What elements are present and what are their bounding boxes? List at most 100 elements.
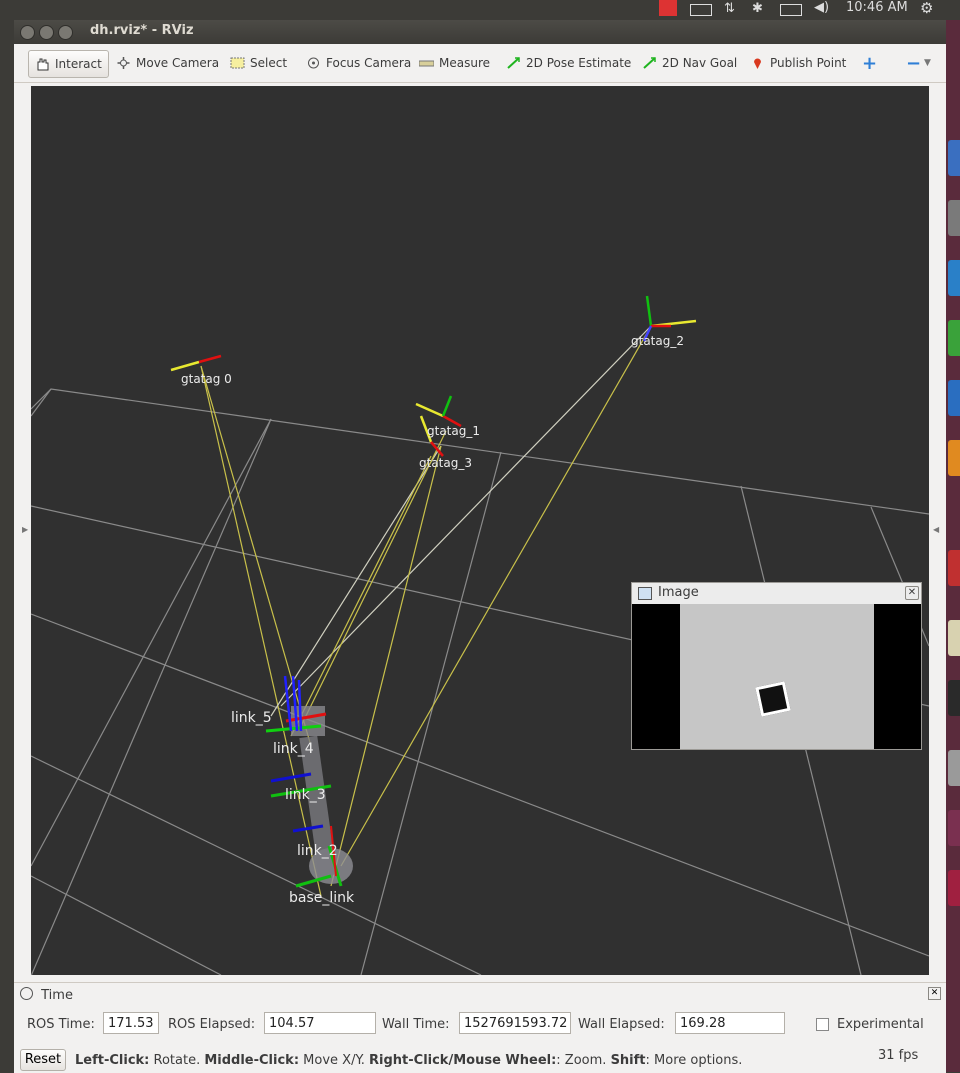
focus-camera-icon bbox=[306, 56, 321, 70]
2d-pose-estimate-tool-button[interactable]: 2D Pose Estimate bbox=[506, 52, 631, 74]
launcher-app-icon[interactable] bbox=[948, 320, 960, 356]
mouse-help-text: Left-Click: Rotate. Middle-Click: Move X… bbox=[75, 1053, 742, 1068]
ruler-icon bbox=[418, 56, 435, 70]
ros-elapsed-field[interactable]: 104.57 bbox=[264, 1012, 376, 1034]
image-icon bbox=[638, 587, 652, 600]
power-icon[interactable] bbox=[780, 4, 802, 16]
launcher-app-icon[interactable] bbox=[948, 550, 960, 586]
clock[interactable]: 10:46 AM bbox=[846, 0, 908, 15]
ros-time-label: ROS Time: bbox=[27, 1017, 95, 1032]
launcher-app-icon[interactable] bbox=[948, 870, 960, 906]
frame-label-gtatag-3: gtatag_3 bbox=[419, 456, 472, 470]
tag-connection-lines bbox=[200, 325, 652, 897]
frame-label-link-4: link_4 bbox=[273, 741, 314, 757]
shift-key: Shift bbox=[610, 1053, 646, 1068]
toolbar-menu-chevron-down-icon[interactable]: ▼ bbox=[924, 52, 931, 74]
minimize-window-icon[interactable] bbox=[39, 25, 54, 40]
green-arrow-icon bbox=[642, 56, 657, 70]
rviz-window: dh.rviz* - RViz Interact Move Camera Sel… bbox=[14, 20, 946, 1073]
camera-image-view bbox=[632, 604, 921, 749]
interact-tool-button[interactable]: Interact bbox=[28, 50, 109, 78]
launcher-app-icon[interactable] bbox=[948, 140, 960, 176]
left-panel-handle[interactable]: ▶ bbox=[22, 525, 28, 534]
launcher-app-icon[interactable] bbox=[948, 750, 960, 786]
settings-gear-icon[interactable]: ⚙ bbox=[920, 0, 933, 17]
2d-pose-estimate-label: 2D Pose Estimate bbox=[526, 56, 632, 70]
frame-label-link-5: link_5 bbox=[231, 710, 272, 726]
frame-label-link-2: link_2 bbox=[297, 843, 338, 859]
remove-tool-button[interactable]: − bbox=[906, 52, 921, 74]
left-click-key: Left-Click: bbox=[75, 1053, 150, 1068]
experimental-label: Experimental bbox=[837, 1017, 924, 1032]
volume-icon[interactable]: ◀) bbox=[814, 0, 829, 15]
experimental-checkbox[interactable] bbox=[816, 1018, 829, 1031]
maximize-window-icon[interactable] bbox=[58, 25, 73, 40]
interact-label: Interact bbox=[55, 57, 102, 71]
frame-label-base-link: base_link bbox=[289, 890, 355, 906]
focus-camera-tool-button[interactable]: Focus Camera bbox=[306, 52, 411, 74]
ubuntu-launcher bbox=[946, 20, 960, 1072]
right-click-desc: : Zoom. bbox=[556, 1053, 611, 1068]
bluetooth-icon[interactable]: ✱ bbox=[752, 1, 763, 16]
close-time-panel-icon[interactable]: ✕ bbox=[928, 987, 941, 1000]
measure-label: Measure bbox=[439, 56, 490, 70]
frame-label-gtatag-0: gtatag 0 bbox=[181, 372, 232, 386]
camera-frame bbox=[680, 604, 874, 749]
move-camera-label: Move Camera bbox=[136, 56, 220, 70]
launcher-app-icon[interactable] bbox=[948, 810, 960, 846]
image-panel-header[interactable]: Image ✕ bbox=[632, 583, 921, 603]
wall-elapsed-label: Wall Elapsed: bbox=[578, 1017, 665, 1032]
wall-time-label: Wall Time: bbox=[382, 1017, 450, 1032]
close-image-panel-icon[interactable]: ✕ bbox=[905, 586, 919, 600]
middle-click-key: Middle-Click: bbox=[204, 1053, 300, 1068]
system-top-panel: ⇅ ✱ ◀) 10:46 AM ⚙ bbox=[0, 0, 960, 20]
keyboard-icon[interactable] bbox=[690, 4, 712, 16]
reset-button[interactable]: Reset bbox=[20, 1049, 66, 1071]
2d-nav-goal-tool-button[interactable]: 2D Nav Goal bbox=[642, 52, 737, 74]
launcher-app-icon[interactable] bbox=[948, 260, 960, 296]
render-scene bbox=[31, 295, 929, 975]
middle-click-desc: Move X/Y. bbox=[299, 1053, 370, 1068]
network-icon[interactable]: ⇅ bbox=[724, 1, 735, 16]
move-camera-tool-button[interactable]: Move Camera bbox=[116, 52, 219, 74]
move-camera-icon bbox=[116, 56, 131, 70]
apriltag-marker bbox=[755, 681, 791, 717]
3d-render-viewport[interactable]: gtatag 0 gtatag_1 gtatag_2 gtatag_3 link… bbox=[31, 86, 929, 975]
left-click-desc: Rotate. bbox=[149, 1053, 205, 1068]
focus-camera-label: Focus Camera bbox=[326, 56, 412, 70]
window-title: dh.rviz* - RViz bbox=[90, 23, 194, 38]
time-panel-header: Time bbox=[20, 987, 73, 1003]
image-panel-title: Image bbox=[658, 585, 699, 600]
2d-nav-goal-label: 2D Nav Goal bbox=[662, 56, 738, 70]
launcher-app-icon[interactable] bbox=[948, 680, 960, 716]
clock-icon bbox=[20, 987, 33, 1000]
select-tool-button[interactable]: Select bbox=[230, 52, 287, 74]
time-panel: Time ✕ ROS Time: 171.53 ROS Elapsed: 104… bbox=[14, 982, 946, 1073]
launcher-app-icon[interactable] bbox=[948, 620, 960, 656]
measure-tool-button[interactable]: Measure bbox=[418, 52, 490, 74]
right-panel-handle[interactable]: ◀ bbox=[933, 525, 939, 534]
shift-desc: : More options. bbox=[645, 1053, 743, 1068]
close-window-icon[interactable] bbox=[20, 25, 35, 40]
wall-elapsed-field[interactable]: 169.28 bbox=[675, 1012, 785, 1034]
map-pin-icon bbox=[750, 56, 765, 70]
green-arrow-icon bbox=[506, 56, 521, 70]
launcher-app-icon[interactable] bbox=[948, 440, 960, 476]
frame-label-gtatag-2: gtatag_2 bbox=[631, 334, 684, 348]
publish-point-tool-button[interactable]: Publish Point bbox=[750, 52, 846, 74]
time-panel-title: Time bbox=[41, 988, 73, 1003]
title-bar: dh.rviz* - RViz bbox=[14, 20, 946, 44]
launcher-app-icon[interactable] bbox=[948, 380, 960, 416]
publish-point-label: Publish Point bbox=[770, 56, 847, 70]
image-panel[interactable]: Image ✕ bbox=[631, 582, 922, 750]
frame-label-link-3: link_3 bbox=[285, 787, 326, 803]
fps-readout: 31 fps bbox=[878, 1048, 919, 1063]
select-label: Select bbox=[250, 56, 288, 70]
launcher-app-icon[interactable] bbox=[948, 200, 960, 236]
ros-elapsed-label: ROS Elapsed: bbox=[168, 1017, 256, 1032]
ros-time-field[interactable]: 171.53 bbox=[103, 1012, 159, 1034]
frame-label-gtatag-1: gtatag_1 bbox=[427, 424, 480, 438]
wall-time-field[interactable]: 1527691593.72 bbox=[459, 1012, 571, 1034]
add-tool-button[interactable]: + bbox=[862, 52, 877, 74]
battery-indicator-icon[interactable] bbox=[659, 0, 677, 16]
